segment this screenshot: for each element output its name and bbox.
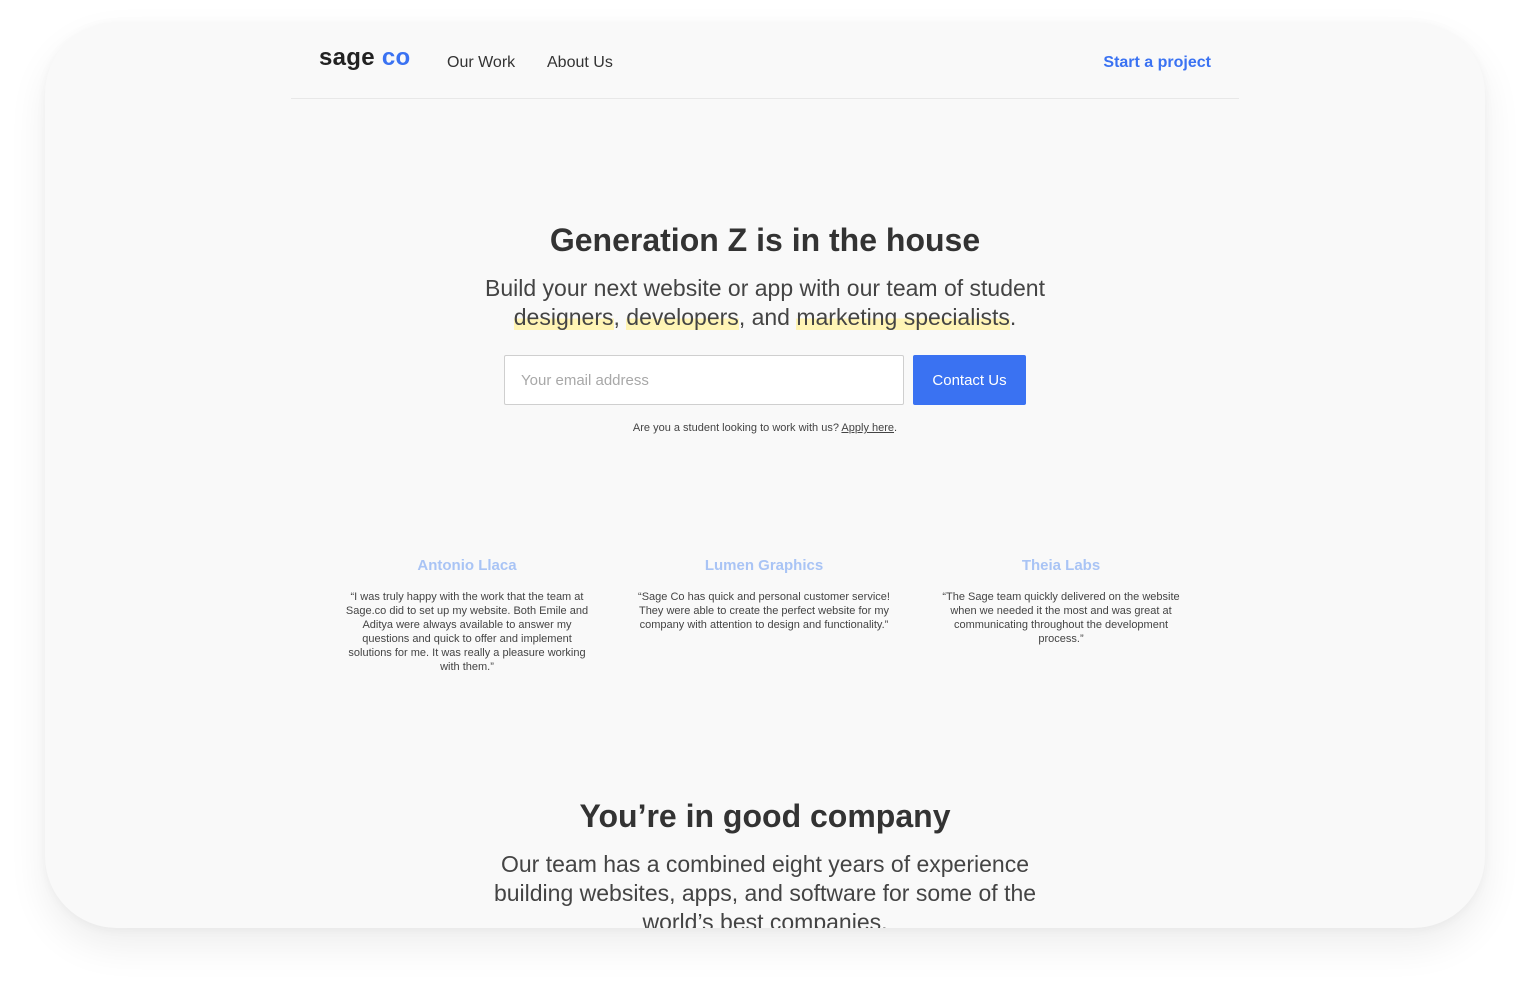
logo[interactable]: sage co [319,44,410,72]
good-company-section: You’re in good company Our team has a co… [45,792,1485,928]
testimonial-card: Lumen Graphics “Sage Co has quick and pe… [638,556,890,632]
contact-us-button[interactable]: Contact Us [913,355,1026,405]
start-project-link[interactable]: Start a project [1103,54,1211,72]
testimonial-name: Theia Labs [1021,557,1101,574]
testimonial-name: Antonio Llaca [417,557,517,574]
logo-main: sage [319,44,375,71]
testimonial-quote: “I was truly happy with the work that th… [345,591,589,673]
testimonial-quote: “The Sage team quickly delivered on the … [942,591,1180,645]
hero-lead: Build your next website or app with our … [445,274,1085,332]
email-input[interactable] [505,356,903,404]
email-field-wrapper [504,355,904,405]
apply-here-link[interactable]: Apply here [841,422,894,434]
nav-link-about-us[interactable]: About Us [547,54,613,72]
lead-end: . [1009,304,1017,330]
section-lead: Our team has a combined eight years of e… [493,851,1037,928]
role-marketing: marketing specialists [796,304,1010,330]
hero-lead-prefix: Build your next website or app with our … [485,275,1045,301]
page-frame: sage co Our Work About Us Start a projec… [45,22,1485,928]
apply-note: Are you a student looking to work with u… [45,422,1485,434]
lead-separator: , and [738,304,797,330]
testimonial-card: Theia Labs “The Sage team quickly delive… [935,556,1187,646]
apply-prefix: Are you a student looking to work with u… [632,422,839,434]
testimonial-name: Lumen Graphics [704,557,824,574]
hero-title: Generation Z is in the house [549,222,981,258]
testimonial-quote: “Sage Co has quick and personal customer… [638,591,890,631]
section-title: You’re in good company [579,798,951,834]
testimonial-card: Antonio Llaca “I was truly happy with th… [341,556,593,674]
role-designers: designers [513,304,614,330]
top-nav: sage co Our Work About Us Start a projec… [291,22,1239,99]
logo-accent: co [381,44,411,71]
hero-section: Generation Z is in the house Build your … [45,216,1485,332]
apply-suffix: . [894,422,898,434]
lead-separator: , [613,304,627,330]
role-developers: developers [626,304,739,330]
nav-link-our-work[interactable]: Our Work [447,54,515,72]
